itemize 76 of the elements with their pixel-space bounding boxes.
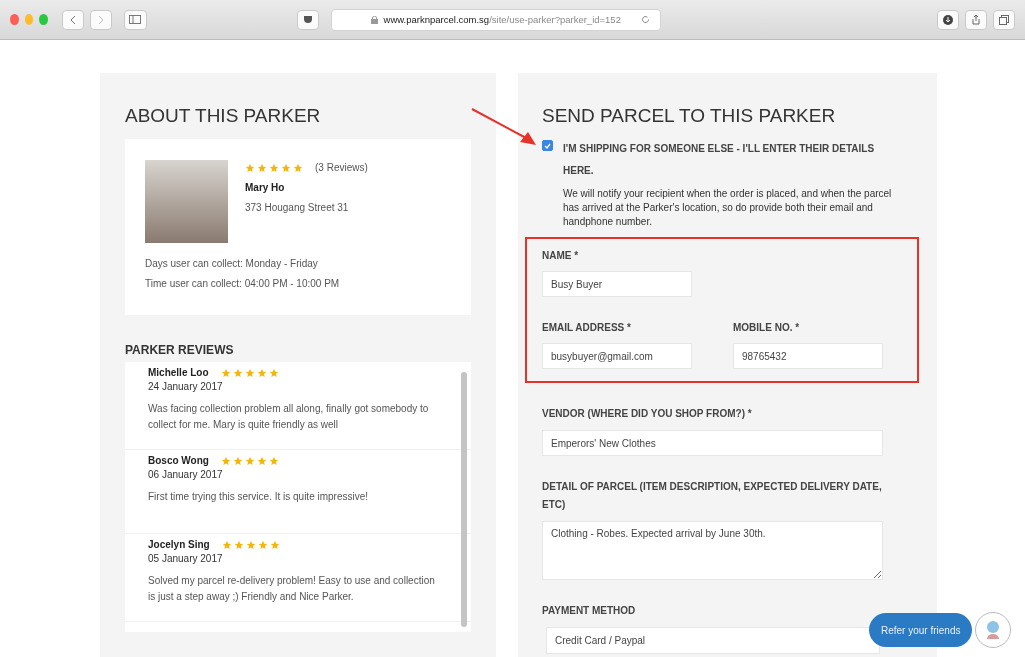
- tabs-button[interactable]: [993, 9, 1015, 30]
- star-icon: [269, 539, 280, 550]
- review-text: Was facing collection problem all along, finally got somebody to collect for me. Mary is quite friendly as well: [148, 402, 430, 432]
- input-field[interactable]: 98765432: [733, 343, 883, 369]
- close-icon[interactable]: [10, 14, 19, 25]
- review-text: First time trying this service. It is quite impressive!: [148, 490, 370, 504]
- chevron-left-icon: [69, 14, 76, 25]
- review-date: 06 January 2017: [148, 469, 224, 480]
- reviewer-name: Bosco Wong: [148, 455, 209, 466]
- input-field[interactable]: busybuyer@gmail.com: [542, 343, 692, 369]
- download-button[interactable]: [937, 9, 959, 30]
- section-title: ABOUT THIS PARKER: [125, 105, 322, 127]
- field-label: NAME *: [542, 249, 580, 263]
- reload-icon[interactable]: [641, 15, 650, 24]
- address-bar[interactable]: www.parknparcel.com.sg/site/use-parker?parker_id=152: [330, 8, 661, 31]
- input-field[interactable]: Emperors' New Clothes: [542, 430, 883, 456]
- pocket-icon: [302, 15, 313, 24]
- star-icon: [220, 367, 231, 378]
- field-label: DETAIL OF PARCEL (ITEM DESCRIPTION, EXPECTED DELIVERY DATE, ETC): [542, 480, 883, 512]
- reviewer-name: Michelle Loo: [148, 367, 209, 378]
- text-area[interactable]: Clothing - Robes. Expected arrival by June 30th.: [542, 521, 883, 580]
- star-icon: [233, 539, 244, 550]
- star-icon: [268, 367, 279, 378]
- url-text: www.parknparcel.com.sg/site/use-parker?parker_id=152: [383, 14, 621, 25]
- checkbox[interactable]: [542, 140, 553, 151]
- star-icon: [256, 367, 267, 378]
- share-button[interactable]: [965, 9, 987, 30]
- field-label: VENDOR (WHERE DID YOU SHOP FROM?) *: [542, 407, 753, 421]
- download-icon: [943, 14, 953, 25]
- lock-icon: [370, 15, 378, 24]
- star-icon: [221, 539, 232, 550]
- star-icon: [232, 367, 243, 378]
- sidebar-button[interactable]: [123, 9, 147, 30]
- parker-name: Mary Ho: [245, 182, 286, 193]
- review-date: 05 January 2017: [148, 553, 224, 564]
- star-icon: [256, 455, 267, 466]
- star-icon: [245, 539, 256, 550]
- star-icon: [232, 455, 243, 466]
- star-icon: [245, 162, 255, 173]
- star-icon: [293, 162, 303, 173]
- star-icon: [268, 455, 279, 466]
- avatar-icon[interactable]: [975, 612, 1011, 648]
- scrollbar[interactable]: [461, 372, 467, 627]
- section-title: SEND PARCEL TO THIS PARKER: [542, 105, 837, 127]
- refer-button[interactable]: Refer your friends: [869, 613, 973, 647]
- minimize-icon[interactable]: [24, 14, 34, 25]
- sidebar-icon: [129, 15, 142, 24]
- star-icon: [244, 367, 255, 378]
- back-button[interactable]: [61, 9, 84, 30]
- payment-select[interactable]: Credit Card / Paypal: [546, 627, 880, 654]
- field-label: PAYMENT METHOD: [542, 604, 637, 618]
- collect-days: Days user can collect: Monday - Friday: [145, 257, 451, 271]
- collect-time: Time user can collect: 04:00 PM - 10:00 PM: [145, 277, 341, 291]
- field-label: EMAIL ADDRESS *: [542, 321, 632, 335]
- review-text: Solved my parcel re-delivery problem! Easy to use and collection is just a step away ;) Friendly and Nice Parker.: [148, 574, 436, 604]
- zoom-icon[interactable]: [39, 14, 48, 25]
- chevron-right-icon: [97, 14, 104, 25]
- star-icon: [281, 162, 291, 173]
- star-icon: [244, 455, 255, 466]
- share-icon: [971, 14, 981, 25]
- tabs-icon: [999, 14, 1009, 25]
- pocket-button[interactable]: [296, 9, 319, 30]
- checkbox-label: I'M SHIPPING FOR SOMEONE ELSE - I'LL ENTER THEIR DETAILS HERE.: [563, 142, 876, 178]
- star-icon: [269, 162, 279, 173]
- section-title: PARKER REVIEWS: [125, 343, 235, 357]
- review-date: 24 January 2017: [148, 381, 224, 392]
- review-count: (3 Reviews): [315, 162, 368, 173]
- parker-address: 373 Hougang Street 31: [245, 202, 350, 213]
- star-icon: [257, 539, 268, 550]
- note-text: We will notify your recipient when the order is placed, and when the parcel has arrived at the Parker's location, so do provide both their email and handphone number.: [563, 187, 893, 229]
- star-icon: [257, 162, 267, 173]
- reviewer-name: Jocelyn Sing: [148, 539, 210, 550]
- forward-button[interactable]: [89, 9, 112, 30]
- input-field[interactable]: Busy Buyer: [542, 271, 692, 297]
- field-label: MOBILE NO. *: [733, 321, 801, 335]
- star-icon: [220, 455, 231, 466]
